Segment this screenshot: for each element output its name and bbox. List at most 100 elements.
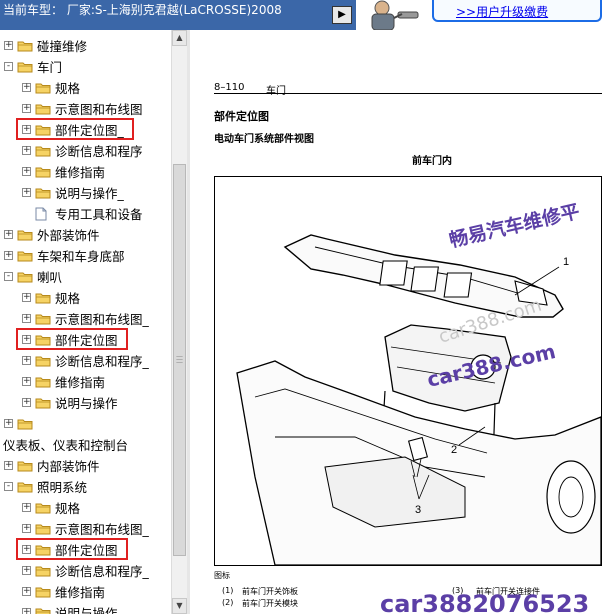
tree-item[interactable]: + 规格	[22, 77, 80, 98]
collapse-toggle-icon[interactable]: -	[4, 482, 13, 491]
expand-toggle-icon[interactable]: +	[22, 314, 31, 323]
tree-item[interactable]: + 说明与操作_	[22, 182, 124, 203]
upgrade-link[interactable]: >>用户升级缴费	[456, 3, 548, 20]
tree-item[interactable]: + 碰撞维修	[4, 35, 87, 56]
tree-item-label: 外部装饰件	[37, 228, 100, 243]
car-model-select-button[interactable]: ▶	[332, 6, 352, 24]
tree-item[interactable]: + 外部装饰件	[4, 224, 100, 245]
expand-toggle-icon[interactable]: +	[22, 566, 31, 575]
expand-toggle-icon[interactable]: +	[22, 398, 31, 407]
tree-item[interactable]: + 维修指南	[22, 161, 105, 182]
highlight-box	[16, 118, 134, 140]
header-rule	[214, 93, 602, 94]
tree-item-label: 示意图和布线图_	[55, 522, 149, 537]
tree-item[interactable]: + 规格	[22, 287, 80, 308]
expand-toggle-icon[interactable]: +	[22, 587, 31, 596]
expand-toggle-icon[interactable]: +	[22, 524, 31, 533]
expand-toggle-icon[interactable]: +	[22, 608, 31, 614]
tree-item-label: 专用工具和设备	[55, 207, 143, 222]
tree-item[interactable]: +	[4, 413, 37, 434]
folder-icon	[35, 586, 51, 598]
tree-item-label: 内部装饰件	[37, 459, 100, 474]
door-component-figure: 1 2 3 畅易汽车维修平 car388.com car388.com	[214, 176, 602, 566]
folder-icon	[17, 271, 33, 283]
tree-item[interactable]: - 车门	[4, 56, 62, 77]
section-title: 部件定位图	[214, 110, 269, 123]
tree-item-label: 喇叭	[37, 270, 63, 285]
tree-item[interactable]: + 示意图和布线图_	[22, 308, 149, 329]
tree-item[interactable]: + 规格	[22, 497, 80, 518]
tree-item-label: 维修指南	[55, 375, 106, 390]
tree-item-label: 照明系统	[37, 480, 88, 495]
callout-3: 3	[415, 504, 421, 516]
scrollbar-thumb[interactable]: — — —	[173, 164, 186, 556]
page-number: 8–110	[214, 82, 245, 93]
folder-icon	[35, 376, 51, 388]
expand-toggle-icon[interactable]: +	[22, 104, 31, 113]
scroll-up-arrow-icon[interactable]: ▲	[172, 30, 187, 46]
tree-item[interactable]: + 示意图和布线图	[22, 98, 143, 119]
tree-item[interactable]: 专用工具和设备	[22, 203, 143, 224]
folder-icon	[17, 61, 33, 73]
tree-item[interactable]: + 示意图和布线图_	[22, 518, 149, 539]
tree-item[interactable]: + 诊断信息和程序_	[22, 350, 149, 371]
tree-item-label: 车架和车身底部	[37, 249, 125, 264]
folder-icon	[35, 292, 51, 304]
expand-toggle-icon[interactable]: +	[22, 146, 31, 155]
scroll-down-arrow-icon[interactable]: ▼	[172, 598, 187, 614]
callout-2: 2	[451, 444, 457, 456]
tree-item-label: 说明与操作	[55, 606, 118, 614]
folder-icon	[35, 166, 51, 178]
tree-item[interactable]: + 诊断信息和程序	[22, 140, 143, 161]
tree-item[interactable]: 仪表板、仪表和控制台	[3, 434, 128, 455]
tree-item-label: 维修指南	[55, 165, 106, 180]
folder-icon	[35, 565, 51, 577]
expand-toggle-icon[interactable]: +	[22, 167, 31, 176]
subsection-title: 电动车门系统部件视图	[214, 134, 314, 145]
expand-toggle-icon[interactable]: +	[4, 419, 13, 428]
tree-item-label: 说明与操作	[55, 396, 118, 411]
legend-heading: 图标	[214, 571, 230, 580]
tree-item-label: 仪表板、仪表和控制台	[3, 438, 129, 453]
legend-text-2: 前车门开关模块	[242, 599, 298, 608]
tree-item-label: 示意图和布线图	[55, 102, 143, 117]
top-bar: 当前车型： 厂家:S-上海别克君越(LaCROSSE)2008 ▶ >>用户升级…	[0, 0, 602, 31]
expand-toggle-icon[interactable]: +	[4, 230, 13, 239]
tree-item[interactable]: - 照明系统	[4, 476, 87, 497]
watermark-bottom: car3882076523	[380, 590, 590, 614]
door-trim-illustration: 1 2 3 畅易汽车维修平 car388.com car388.com	[236, 200, 602, 566]
tree-item-label: 规格	[55, 291, 81, 306]
expand-toggle-icon[interactable]: +	[22, 83, 31, 92]
expand-toggle-icon[interactable]: +	[22, 377, 31, 386]
tree-item[interactable]: + 说明与操作	[22, 392, 118, 413]
tree-item[interactable]: + 维修指南	[22, 371, 105, 392]
tree-item[interactable]: + 内部装饰件	[4, 455, 100, 476]
expand-toggle-icon[interactable]: +	[4, 41, 13, 50]
tree-item[interactable]: + 诊断信息和程序_	[22, 560, 149, 581]
expand-toggle-icon[interactable]: +	[4, 461, 13, 470]
tree-item[interactable]: + 维修指南	[22, 581, 105, 602]
expand-toggle-icon[interactable]: +	[4, 251, 13, 260]
folder-icon	[17, 250, 33, 262]
tree-item[interactable]: - 喇叭	[4, 266, 62, 287]
highlight-box	[16, 538, 128, 560]
navigation-tree: + 碰撞维修 - 车门 + 规格 + 示意图和布线图 + 部件定位图_ + 诊断信息和程序 + 维修指南 +…	[0, 30, 171, 614]
collapse-toggle-icon[interactable]: -	[4, 272, 13, 281]
folder-icon	[35, 607, 51, 614]
tree-item[interactable]: + 车架和车身底部	[4, 245, 125, 266]
folder-icon	[35, 187, 51, 199]
collapse-toggle-icon[interactable]: -	[4, 62, 13, 71]
tree-item-label: 说明与操作_	[55, 186, 124, 201]
expand-toggle-icon[interactable]: +	[22, 356, 31, 365]
expand-toggle-icon[interactable]: +	[22, 188, 31, 197]
folder-icon	[35, 502, 51, 514]
expand-toggle-icon[interactable]: +	[22, 293, 31, 302]
tree-item-label: 规格	[55, 501, 81, 516]
tree-item-label: 维修指南	[55, 585, 106, 600]
expand-toggle-icon[interactable]: +	[22, 503, 31, 512]
mechanic-logo	[358, 0, 430, 31]
folder-icon	[35, 397, 51, 409]
tree-item[interactable]: + 说明与操作	[22, 602, 118, 614]
tree-scrollbar[interactable]: ▲ — — — ▼	[171, 30, 187, 614]
folder-icon	[35, 103, 51, 115]
